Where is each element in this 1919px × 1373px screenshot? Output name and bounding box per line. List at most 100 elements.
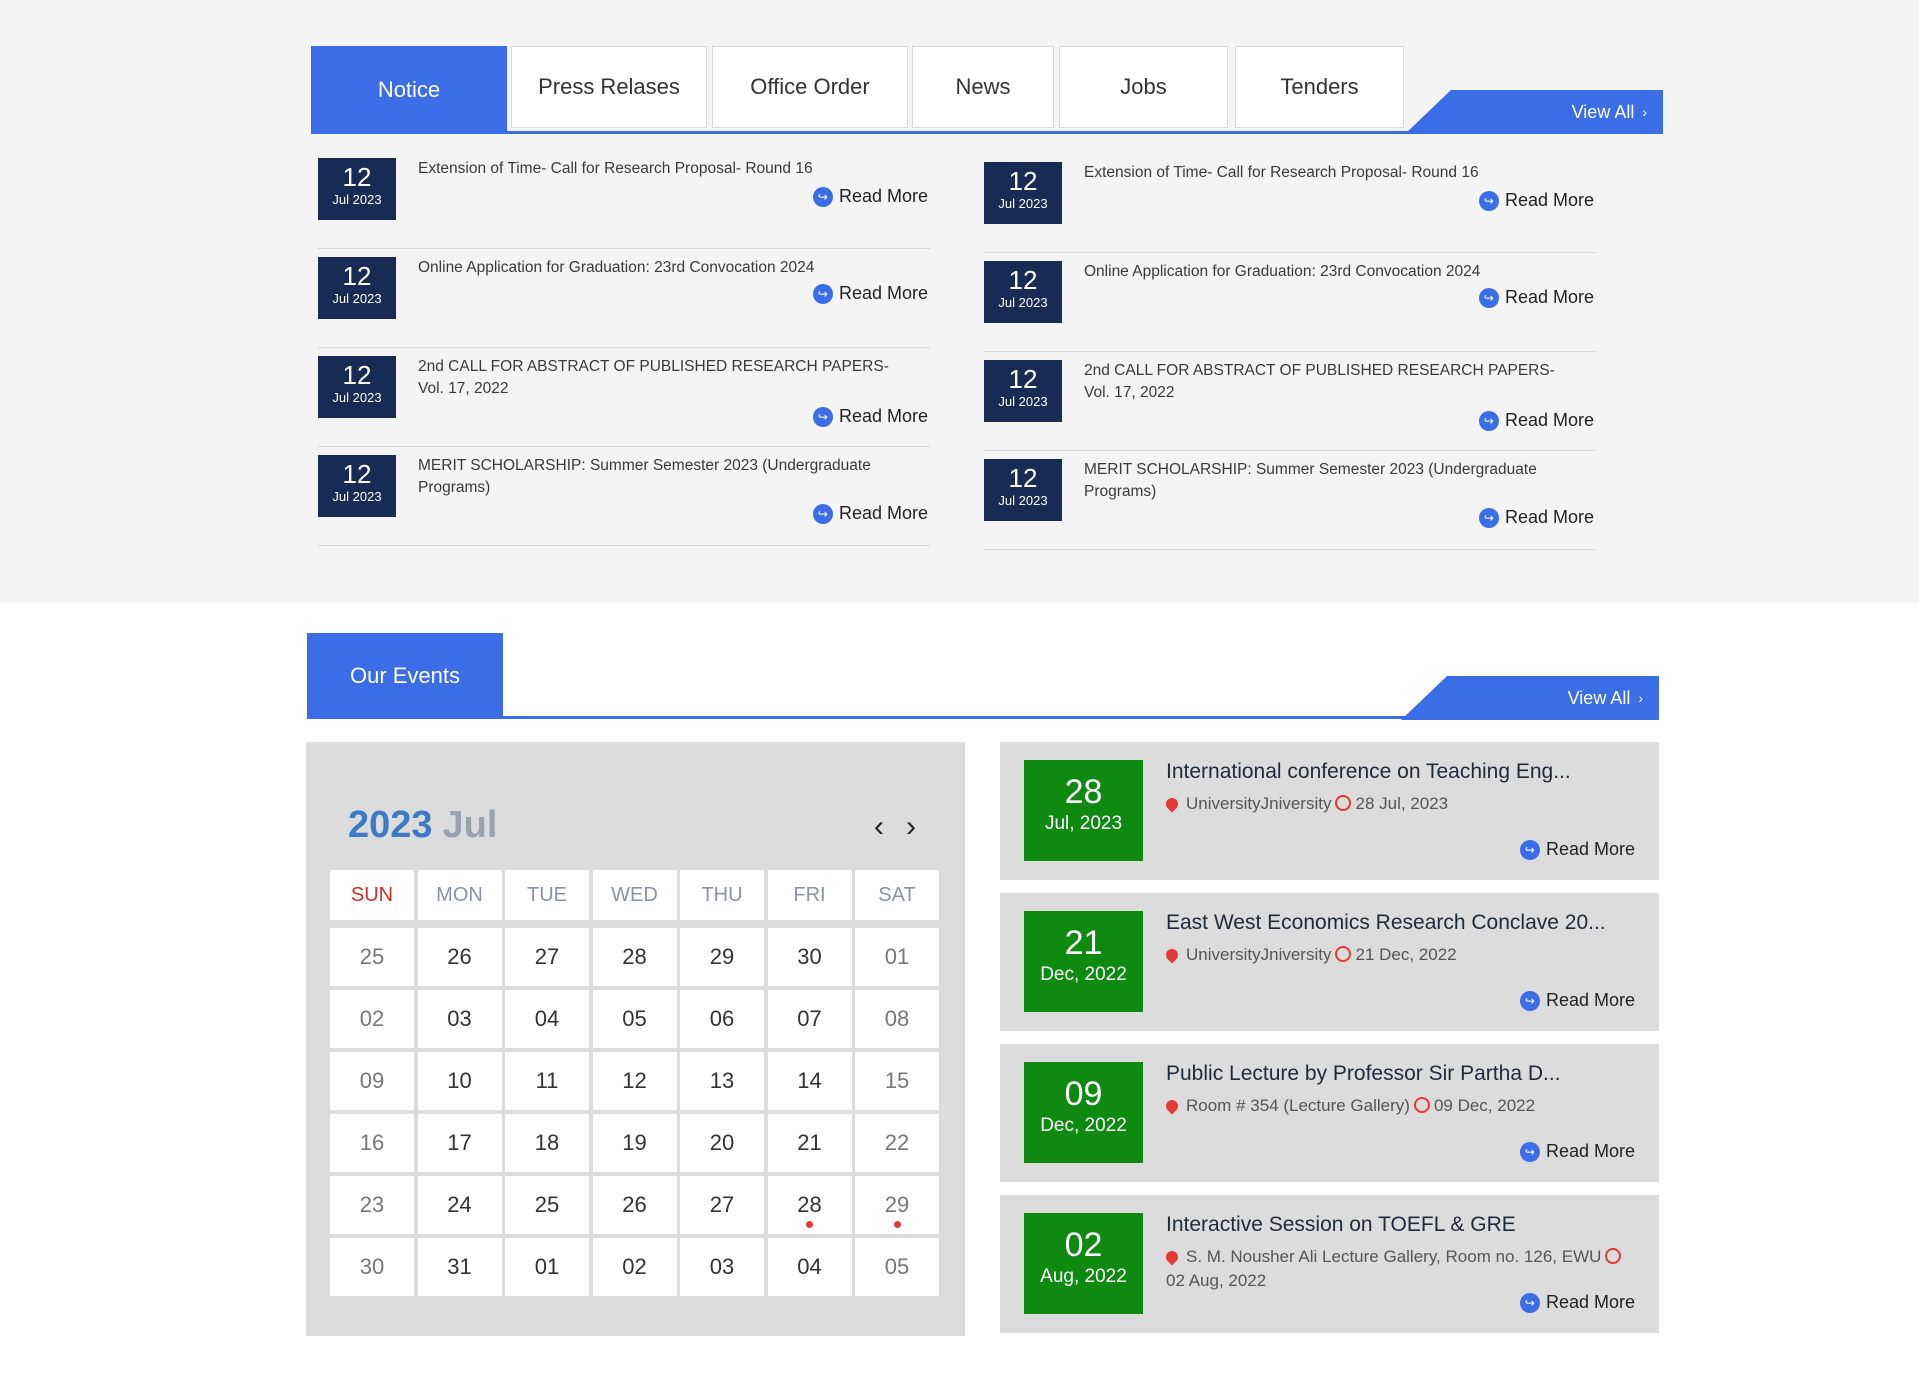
calendar-day[interactable]: 22 (855, 1114, 939, 1172)
calendar-day[interactable]: 21 (767, 1114, 852, 1172)
tab-press-releases[interactable]: Press Relases (511, 46, 707, 128)
calendar-day[interactable]: 11 (505, 1052, 589, 1110)
read-more-link[interactable]: ↪ Read More (1519, 1141, 1635, 1162)
location-pin-icon (1163, 946, 1181, 964)
day-number: 04 (797, 1254, 822, 1279)
notice-title[interactable]: Online Application for Graduation: 23rd … (1084, 261, 1584, 283)
events-calendar: 2023 Jul ‹ › SUN MON TUE WED THU FRI SAT 25 26 27 2… (306, 742, 965, 1336)
read-more-link[interactable]: ↪ Read More (1478, 410, 1594, 431)
day-number: 26 (447, 944, 472, 969)
calendar-day[interactable]: 06 (680, 990, 764, 1048)
share-icon: ↪ (1519, 1141, 1540, 1162)
notice-title[interactable]: MERIT SCHOLARSHIP: Summer Semester 2023 … (1084, 459, 1584, 503)
share-icon: ↪ (1478, 287, 1499, 308)
event-title[interactable]: Public Lecture by Professor Sir Partha D… (1166, 1062, 1636, 1086)
calendar-day[interactable]: 29 (855, 1176, 939, 1234)
our-events-tab[interactable]: Our Events (307, 633, 503, 719)
calendar-day[interactable]: 27 (680, 1176, 764, 1234)
calendar-day[interactable]: 30 (330, 1238, 414, 1296)
calendar-day[interactable]: 08 (855, 990, 939, 1048)
chevron-right-icon[interactable]: › (906, 810, 916, 844)
event-card: 28 Jul, 2023 International conference on… (1000, 742, 1659, 880)
calendar-day[interactable]: 15 (855, 1052, 939, 1110)
calendar-day[interactable]: 04 (767, 1238, 852, 1296)
calendar-day[interactable]: 05 (855, 1238, 939, 1296)
calendar-day[interactable]: 02 (330, 990, 414, 1048)
event-title[interactable]: East West Economics Research Conclave 20… (1166, 911, 1636, 935)
day-number: 01 (534, 1254, 560, 1279)
calendar-day[interactable]: 23 (330, 1176, 414, 1234)
list-item: 12 Jul 2023 2nd CALL FOR ABSTRACT OF PUB… (318, 348, 930, 447)
calendar-day[interactable]: 27 (505, 928, 589, 986)
read-more-link[interactable]: ↪ Read More (1478, 287, 1594, 308)
calendar-day[interactable]: 10 (417, 1052, 502, 1110)
calendar-day[interactable]: 18 (505, 1114, 589, 1172)
calendar-day[interactable]: 29 (680, 928, 764, 986)
share-icon: ↪ (1478, 507, 1499, 528)
calendar-day[interactable]: 13 (680, 1052, 764, 1110)
read-more-link[interactable]: ↪ Read More (1478, 507, 1594, 528)
calendar-day[interactable]: 28 (767, 1176, 852, 1234)
list-item: 12 Jul 2023 Extension of Time- Call for … (318, 150, 930, 249)
calendar-day[interactable]: 30 (767, 928, 852, 986)
event-card: 21 Dec, 2022 East West Economics Researc… (1000, 893, 1659, 1031)
calendar-day[interactable]: 26 (592, 1176, 677, 1234)
calendar-day[interactable]: 25 (330, 928, 414, 986)
calendar-day[interactable]: 04 (505, 990, 589, 1048)
calendar-day[interactable]: 31 (417, 1238, 502, 1296)
chevron-left-icon[interactable]: ‹ (874, 810, 884, 844)
calendar-day[interactable]: 25 (505, 1176, 589, 1234)
tab-jobs[interactable]: Jobs (1059, 46, 1228, 128)
read-more-link[interactable]: ↪ Read More (812, 283, 928, 304)
calendar-day[interactable]: 20 (680, 1114, 764, 1172)
calendar-day[interactable]: 03 (680, 1238, 764, 1296)
calendar-day[interactable]: 09 (330, 1052, 414, 1110)
list-item: 12 Jul 2023 Online Application for Gradu… (318, 249, 930, 348)
event-title[interactable]: International conference on Teaching Eng… (1166, 760, 1636, 784)
read-more-link[interactable]: ↪ Read More (1519, 1292, 1635, 1313)
calendar-day[interactable]: 07 (767, 990, 852, 1048)
calendar-day[interactable]: 01 (505, 1238, 589, 1296)
calendar-day[interactable]: 19 (592, 1114, 677, 1172)
notice-title[interactable]: Online Application for Graduation: 23rd … (418, 257, 918, 279)
notice-title[interactable]: Extension of Time- Call for Research Pro… (1084, 162, 1584, 184)
calendar-day[interactable]: 05 (592, 990, 677, 1048)
weekday-header: WED (592, 870, 677, 920)
day-number: 19 (622, 1130, 647, 1155)
tab-news[interactable]: News (912, 46, 1054, 128)
calendar-day[interactable]: 17 (417, 1114, 502, 1172)
notice-title[interactable]: 2nd CALL FOR ABSTRACT OF PUBLISHED RESEA… (418, 356, 918, 400)
read-more-link[interactable]: ↪ Read More (1478, 190, 1594, 211)
event-title[interactable]: Interactive Session on TOEFL & GRE (1166, 1213, 1636, 1237)
calendar-day[interactable]: 03 (417, 990, 502, 1048)
tab-office-order[interactable]: Office Order (712, 46, 908, 128)
tab-notice[interactable]: Notice (311, 46, 507, 134)
notice-title[interactable]: MERIT SCHOLARSHIP: Summer Semester 2023 … (418, 455, 918, 499)
share-icon: ↪ (1519, 990, 1540, 1011)
events-view-all-button[interactable]: View All › (1401, 676, 1659, 720)
read-more-link[interactable]: ↪ Read More (1519, 990, 1635, 1011)
calendar-day[interactable]: 26 (417, 928, 502, 986)
calendar-day[interactable]: 02 (592, 1238, 677, 1296)
read-more-link[interactable]: ↪ Read More (812, 503, 928, 524)
day-number: 22 (884, 1130, 910, 1155)
weekday-header: MON (417, 870, 502, 920)
date-badge: 12 Jul 2023 (318, 158, 396, 220)
tab-tenders[interactable]: Tenders (1235, 46, 1404, 128)
read-more-link[interactable]: ↪ Read More (812, 186, 928, 207)
calendar-day[interactable]: 24 (417, 1176, 502, 1234)
day-number: 03 (447, 1006, 472, 1031)
calendar-day[interactable]: 01 (855, 928, 939, 986)
notice-title[interactable]: 2nd CALL FOR ABSTRACT OF PUBLISHED RESEA… (1084, 360, 1584, 404)
calendar-day[interactable]: 14 (767, 1052, 852, 1110)
read-more-link[interactable]: ↪ Read More (1519, 839, 1635, 860)
event-date: 02 Aug, 2022 (1166, 1271, 1267, 1290)
calendar-day[interactable]: 28 (592, 928, 677, 986)
day-number: 17 (447, 1130, 472, 1155)
weekday-header: SUN (330, 870, 414, 920)
day-number: 08 (884, 1006, 910, 1031)
calendar-day[interactable]: 16 (330, 1114, 414, 1172)
calendar-day[interactable]: 12 (592, 1052, 677, 1110)
read-more-link[interactable]: ↪ Read More (812, 406, 928, 427)
notice-title[interactable]: Extension of Time- Call for Research Pro… (418, 158, 918, 180)
